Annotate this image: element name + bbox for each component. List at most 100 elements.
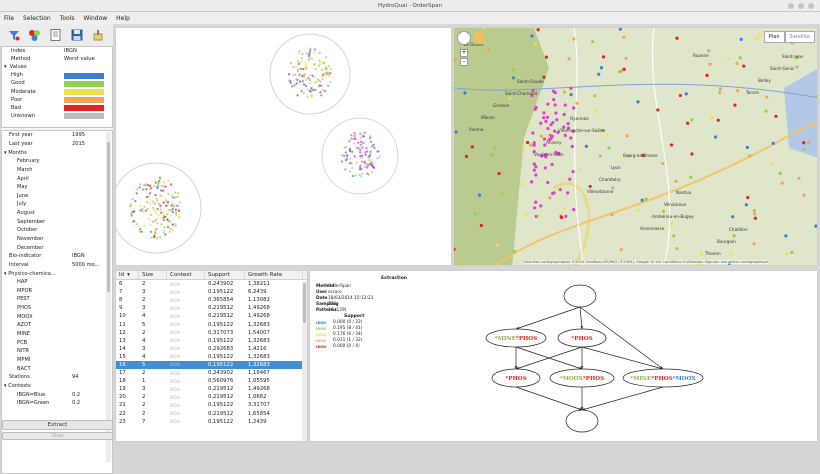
station-marker[interactable] xyxy=(746,195,750,200)
station-marker[interactable] xyxy=(572,37,576,41)
pattern-node[interactable]: *MINE*PHOS xyxy=(485,328,547,348)
physico-item[interactable]: MINE xyxy=(2,330,112,339)
station-marker[interactable] xyxy=(769,162,773,167)
table-row[interactable]: 21 2 IBGN 0,195122 3,31707 xyxy=(116,401,307,409)
table-row[interactable]: 17 2 IBGN 0,243902 1,18467 xyxy=(116,369,307,377)
map-view[interactable]: Le Grand Saint-Claude Oyonnax Bourg-en-Bres… xyxy=(453,27,818,266)
station-marker[interactable] xyxy=(771,141,775,146)
station-marker[interactable] xyxy=(588,184,592,189)
month-item[interactable]: July xyxy=(2,200,112,209)
station-marker[interactable] xyxy=(524,213,528,217)
filter-icon[interactable] xyxy=(7,29,20,42)
zoom-in-button[interactable]: + xyxy=(460,49,468,57)
station-marker[interactable] xyxy=(562,90,567,94)
station-marker[interactable] xyxy=(477,193,482,197)
station-marker[interactable] xyxy=(705,73,709,77)
station-marker[interactable] xyxy=(742,64,746,68)
physico-header[interactable]: ▾ Physico-chemica... xyxy=(2,269,112,278)
station-marker[interactable] xyxy=(534,214,538,219)
station-marker[interactable] xyxy=(739,37,743,41)
physico-item[interactable]: PCB xyxy=(2,338,112,347)
station-marker[interactable] xyxy=(553,91,557,95)
station-marker[interactable] xyxy=(511,76,516,80)
station-marker[interactable] xyxy=(544,55,549,59)
station-marker[interactable] xyxy=(596,265,599,266)
station-marker[interactable] xyxy=(546,126,550,131)
station-marker[interactable] xyxy=(464,154,469,159)
station-marker[interactable] xyxy=(529,180,534,184)
station-marker[interactable] xyxy=(778,171,782,175)
station-marker[interactable] xyxy=(495,243,499,247)
station-marker[interactable] xyxy=(553,103,557,107)
station-marker[interactable] xyxy=(534,165,538,169)
station-marker[interactable] xyxy=(814,224,817,228)
station-marker[interactable] xyxy=(622,67,626,71)
tree-value[interactable]: IBGN xyxy=(72,253,85,259)
station-marker[interactable] xyxy=(562,207,567,211)
station-marker[interactable] xyxy=(678,93,682,98)
station-marker[interactable] xyxy=(552,97,556,102)
minimize-button[interactable] xyxy=(788,3,794,9)
table-row[interactable]: 16 5 IBGN 0,195122 1,32683 xyxy=(116,360,307,370)
station-marker[interactable] xyxy=(670,222,674,226)
station-marker[interactable] xyxy=(716,118,720,122)
station-marker[interactable] xyxy=(564,214,568,218)
station-marker[interactable] xyxy=(644,197,648,201)
pattern-node[interactable] xyxy=(565,409,599,433)
values-header[interactable]: ▾ Values xyxy=(2,63,112,71)
station-marker[interactable] xyxy=(534,173,538,177)
station-marker[interactable] xyxy=(591,40,595,44)
station-marker[interactable] xyxy=(736,89,740,93)
station-marker[interactable] xyxy=(669,143,674,147)
month-item[interactable]: September xyxy=(2,217,112,226)
tree-value[interactable]: 0.2 xyxy=(72,392,80,398)
pattern-node[interactable]: *MINE*PHOS*MOOX xyxy=(622,368,704,388)
station-marker[interactable] xyxy=(707,49,711,53)
extract-button[interactable]: Extract xyxy=(2,420,113,430)
station-marker[interactable] xyxy=(546,102,550,106)
station-marker[interactable] xyxy=(512,249,516,254)
station-marker[interactable] xyxy=(752,242,756,246)
station-marker[interactable] xyxy=(454,130,458,134)
station-marker[interactable] xyxy=(473,211,477,216)
table-row[interactable]: 13 4 IBGN 0,195122 1,32683 xyxy=(116,337,307,345)
context-row[interactable]: IBGN=Green 0.2 xyxy=(2,399,112,408)
station-marker[interactable] xyxy=(601,55,606,59)
scroll-thumb[interactable] xyxy=(303,283,306,323)
station-marker[interactable] xyxy=(544,119,548,123)
table-row[interactable]: 20 2 IBGN 0,219512 1,0662 xyxy=(116,393,307,401)
station-marker[interactable] xyxy=(578,168,582,172)
station-marker[interactable] xyxy=(605,134,609,138)
table-row[interactable]: 12 2 IBGN 0,317073 1,54007 xyxy=(116,329,307,337)
value-row-poor[interactable]: Poor xyxy=(2,96,112,104)
station-marker[interactable] xyxy=(699,252,703,256)
table-row[interactable]: 11 5 IBGN 0,195122 1,32683 xyxy=(116,320,307,328)
station-marker[interactable] xyxy=(735,61,739,65)
table-row[interactable]: 7 3 IBGN 0,195122 6,2439 xyxy=(116,288,307,296)
map-type-satellite[interactable]: Satellite xyxy=(784,31,815,43)
physico-item[interactable]: MPMI xyxy=(2,356,112,365)
physico-item[interactable]: HAP xyxy=(2,278,112,287)
station-marker[interactable] xyxy=(555,118,559,122)
station-marker[interactable] xyxy=(563,103,567,107)
station-marker[interactable] xyxy=(511,68,516,72)
station-marker[interactable] xyxy=(710,115,714,120)
tree-value[interactable]: 1995 xyxy=(72,132,85,138)
station-marker[interactable] xyxy=(752,208,756,213)
month-item[interactable]: May xyxy=(2,183,112,192)
menu-window[interactable]: Window xyxy=(83,15,107,22)
month-item[interactable]: December xyxy=(2,243,112,252)
month-item[interactable]: March xyxy=(2,166,112,175)
month-item[interactable]: April xyxy=(2,174,112,183)
month-item[interactable]: June xyxy=(2,191,112,200)
tree-value[interactable]: 2015 xyxy=(72,141,85,147)
station-marker[interactable] xyxy=(566,122,570,126)
tree-value[interactable]: 94 xyxy=(72,374,78,380)
station-marker[interactable] xyxy=(807,140,811,144)
station-marker[interactable] xyxy=(470,145,474,149)
station-marker[interactable] xyxy=(718,90,722,94)
station-marker[interactable] xyxy=(684,92,688,96)
station-marker[interactable] xyxy=(637,208,641,212)
station-marker[interactable] xyxy=(744,203,748,207)
station-marker[interactable] xyxy=(640,198,644,202)
